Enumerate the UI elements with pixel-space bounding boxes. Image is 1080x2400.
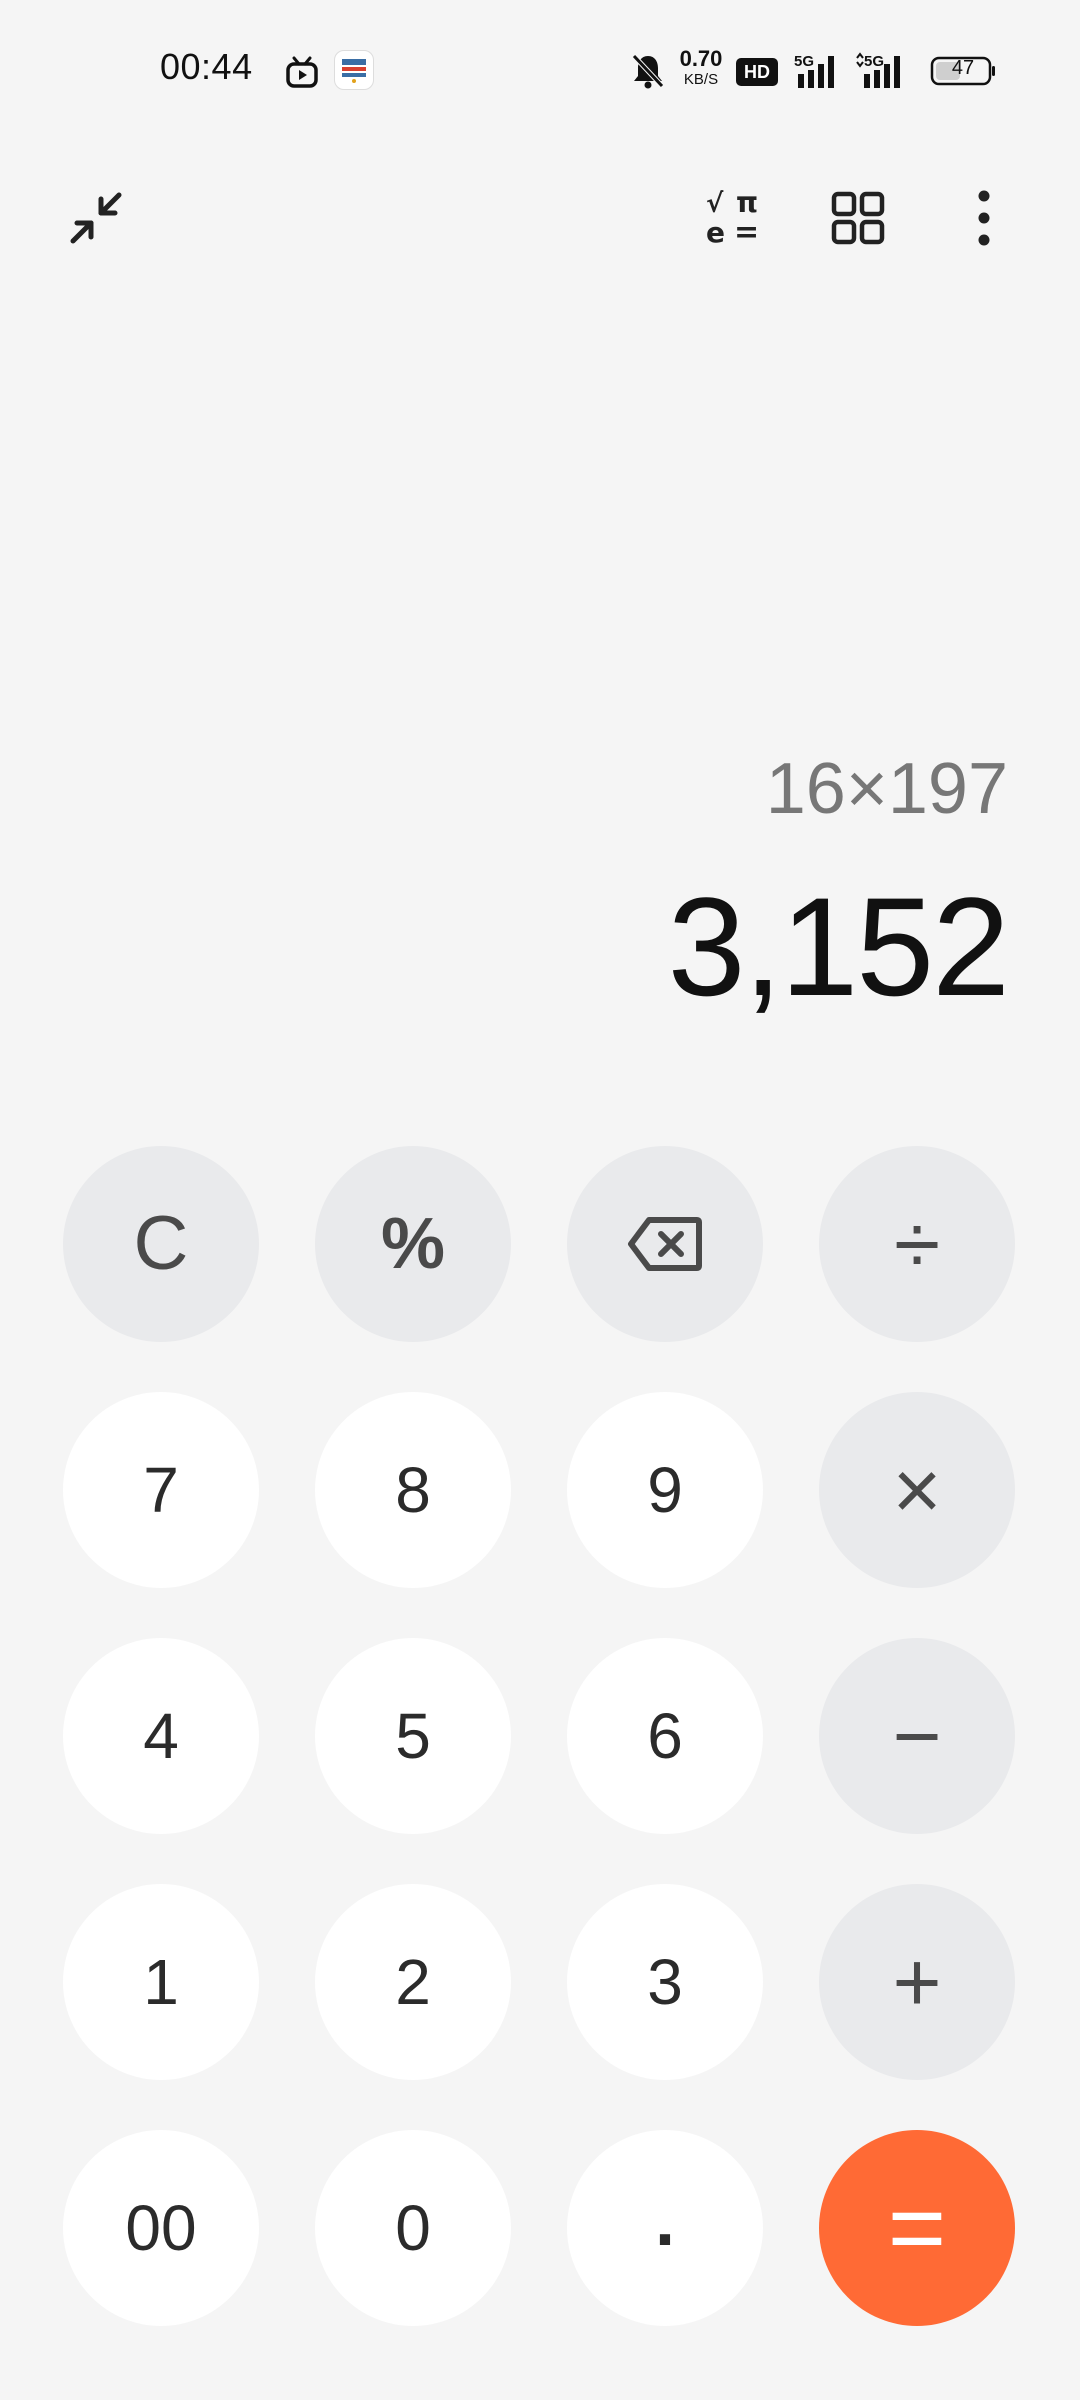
status-time: 00:44: [160, 46, 253, 87]
app-badge-icon: [334, 50, 374, 90]
signal2-label: 5G: [864, 53, 884, 70]
digit-3-button[interactable]: 3: [567, 1884, 763, 2080]
signal1-label: 5G: [794, 53, 814, 70]
digit-7-button[interactable]: 7: [63, 1392, 259, 1588]
backspace-button[interactable]: [567, 1146, 763, 1342]
subtract-button[interactable]: −: [819, 1638, 1015, 1834]
digit-9-button[interactable]: 9: [567, 1392, 763, 1588]
status-bar: 00:44 0.70 KB/S HD 5G 5G 47: [0, 0, 1080, 140]
digit-4-button[interactable]: 4: [63, 1638, 259, 1834]
sci-eq-label: =: [734, 215, 759, 246]
subtract-label: −: [892, 1689, 942, 1783]
digit-5-label: 5: [395, 1700, 431, 1772]
grid-icon: [831, 191, 885, 245]
more-vertical-icon: [978, 190, 990, 246]
net-speed-value: 0.70: [679, 46, 723, 71]
digit-2-button[interactable]: 2: [315, 1884, 511, 2080]
digit-0-label: 0: [395, 2192, 431, 2264]
digit-8-label: 8: [395, 1454, 431, 1526]
double-zero-button[interactable]: 00: [63, 2130, 259, 2326]
multiply-label: ×: [892, 1443, 942, 1537]
battery-level: 47: [951, 57, 975, 79]
more-options-button[interactable]: [944, 178, 1024, 258]
grid-button[interactable]: [818, 178, 898, 258]
scientific-mode-button[interactable]: √ π e =: [690, 178, 778, 258]
clear-label: C: [133, 1201, 189, 1286]
collapse-arrows-icon: [70, 192, 122, 244]
sci-sqrt-label: √: [706, 190, 724, 219]
equals-label: =: [887, 2172, 947, 2284]
signal-icon: 5G: [856, 52, 900, 88]
scientific-mode-icon: √ π e =: [706, 190, 759, 246]
digit-1-button[interactable]: 1: [63, 1884, 259, 2080]
equals-button[interactable]: =: [819, 2130, 1015, 2326]
percent-button[interactable]: %: [315, 1146, 511, 1342]
digit-4-label: 4: [143, 1700, 179, 1772]
digit-6-button[interactable]: 6: [567, 1638, 763, 1834]
tv-icon: [286, 56, 318, 88]
digit-7-label: 7: [143, 1454, 179, 1526]
decimal-point-label: .: [654, 2181, 675, 2261]
divide-button[interactable]: ÷: [819, 1146, 1015, 1342]
hd-icon: HD: [736, 58, 778, 86]
decimal-point-button[interactable]: .: [567, 2130, 763, 2326]
backspace-icon: [628, 1217, 702, 1271]
hd-label: HD: [744, 61, 770, 82]
result-display: 3,152: [667, 868, 1010, 1025]
add-label: +: [892, 1935, 942, 2029]
digit-0-button[interactable]: 0: [315, 2130, 511, 2326]
signal-icon: 5G: [794, 53, 834, 88]
bell-muted-icon: [632, 54, 664, 89]
double-zero-label: 00: [125, 2192, 197, 2264]
digit-2-label: 2: [395, 1946, 431, 2018]
digit-5-button[interactable]: 5: [315, 1638, 511, 1834]
digit-9-label: 9: [647, 1454, 683, 1526]
net-speed: 0.70 KB/S: [676, 46, 726, 88]
divide-label: ÷: [893, 1197, 941, 1291]
expression-display: 16×197: [765, 749, 1008, 829]
net-speed-unit: KB/S: [683, 71, 719, 88]
digit-3-label: 3: [647, 1946, 683, 2018]
multiply-button[interactable]: ×: [819, 1392, 1015, 1588]
collapse-button[interactable]: [56, 178, 136, 258]
digit-1-label: 1: [143, 1946, 179, 2018]
digit-6-label: 6: [647, 1700, 683, 1772]
sci-e-label: e: [706, 216, 725, 246]
clear-button[interactable]: C: [63, 1146, 259, 1342]
add-button[interactable]: +: [819, 1884, 1015, 2080]
digit-8-button[interactable]: 8: [315, 1392, 511, 1588]
percent-label: %: [380, 1204, 446, 1284]
